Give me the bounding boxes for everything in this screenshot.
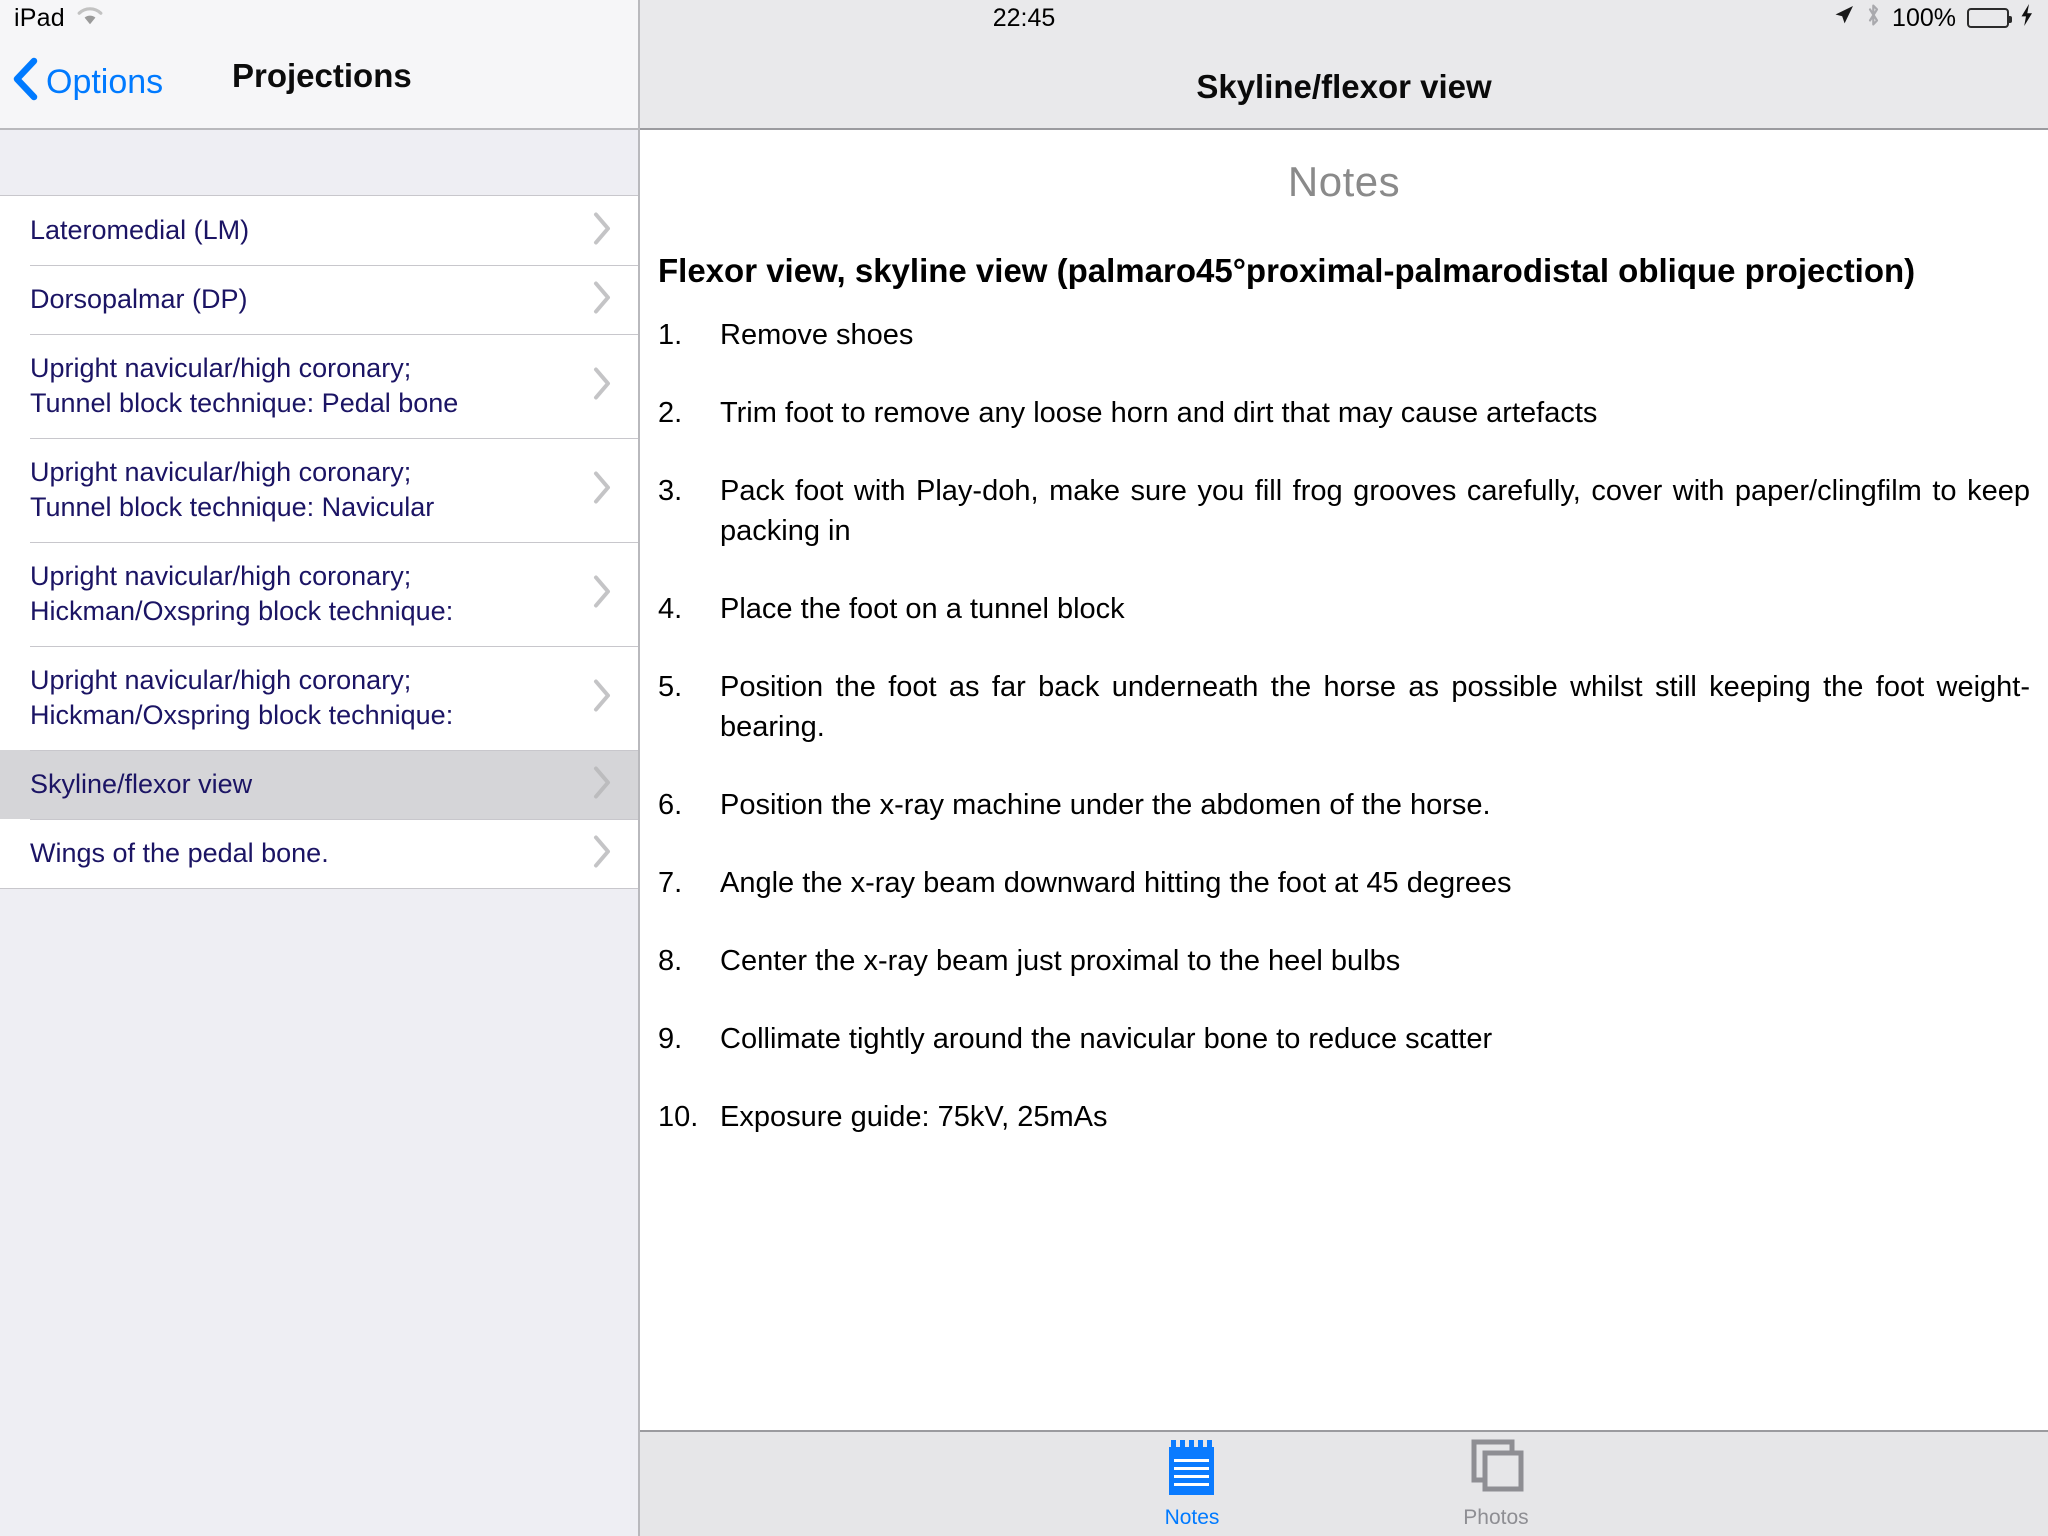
chevron-right-icon	[592, 471, 612, 510]
procedure-step: Position the x-ray machine under the abd…	[658, 785, 1491, 825]
photos-stack-icon	[1468, 1439, 1524, 1502]
detail-pane: Skyline/flexor view Notes Flexor view, s…	[640, 0, 2048, 1536]
master-list-top-spacer	[0, 130, 638, 195]
chevron-right-icon	[592, 280, 612, 319]
master-list-bottom-filler	[0, 889, 638, 1536]
list-item[interactable]: Upright navicular/high coronary; Hickman…	[0, 542, 638, 646]
list-item-skyline-flexor-view[interactable]: Skyline/flexor view	[0, 750, 638, 819]
chevron-right-icon	[592, 575, 612, 614]
chevron-left-icon	[12, 57, 38, 110]
notes-content-area: Notes Flexor view, skyline view (palmaro…	[640, 130, 2048, 1430]
back-to-options-button[interactable]: Options	[12, 55, 163, 110]
list-item-label: Upright navicular/high coronary; Hickman…	[30, 561, 454, 626]
master-pane-title: Projections	[232, 57, 412, 94]
notes-section-heading: Notes	[1287, 158, 1401, 205]
ipad-app-screen: Options Projections Lateromedial (LM) Do…	[0, 0, 2048, 1536]
procedure-step: Trim foot to remove any loose horn and d…	[658, 393, 1598, 433]
list-item[interactable]: Wings of the pedal bone.	[0, 819, 638, 888]
procedure-step: Center the x-ray beam just proximal to t…	[658, 941, 1401, 981]
list-item[interactable]: Upright navicular/high coronary; Hickman…	[0, 646, 638, 750]
projections-list: Lateromedial (LM) Dorsopalmar (DP) Uprig…	[0, 195, 638, 889]
tab-photos[interactable]: Photos	[1406, 1439, 1586, 1530]
procedure-step: Position the foot as far back underneath…	[658, 667, 2030, 743]
list-item-label: Dorsopalmar (DP)	[30, 284, 248, 314]
list-item[interactable]: Upright navicular/high coronary; Tunnel …	[0, 334, 638, 438]
procedure-step: Exposure guide: 75kV, 25mAs	[658, 1097, 1108, 1137]
list-item-label: Upright navicular/high coronary; Tunnel …	[30, 457, 435, 522]
tab-label: Photos	[1463, 1505, 1529, 1529]
master-pane: Options Projections Lateromedial (LM) Do…	[0, 0, 640, 1536]
bottom-tab-bar: Notes Photos	[640, 1430, 2048, 1536]
notes-document: Flexor view, skyline view (palmaro45°pro…	[640, 206, 2048, 1137]
procedure-step: Collimate tightly around the navicular b…	[658, 1019, 1493, 1059]
procedure-step: Remove shoes	[658, 315, 914, 355]
split-view: Options Projections Lateromedial (LM) Do…	[0, 0, 2048, 1536]
procedure-step: Angle the x-ray beam downward hitting th…	[658, 863, 1512, 903]
procedure-steps-list: Remove shoes Trim foot to remove any loo…	[658, 315, 2030, 1137]
notepad-icon	[1167, 1439, 1217, 1502]
list-item[interactable]: Upright navicular/high coronary; Tunnel …	[0, 438, 638, 542]
procedure-step: Pack foot with Play-doh, make sure you f…	[658, 471, 2030, 547]
list-item[interactable]: Dorsopalmar (DP)	[0, 265, 638, 334]
back-button-label: Options	[46, 63, 164, 101]
list-item-label: Wings of the pedal bone.	[30, 838, 329, 868]
tab-notes[interactable]: Notes	[1102, 1439, 1282, 1530]
procedure-step: Place the foot on a tunnel block	[658, 589, 1125, 629]
list-item-label: Upright navicular/high coronary; Hickman…	[30, 665, 454, 730]
list-item[interactable]: Lateromedial (LM)	[0, 196, 638, 265]
chevron-right-icon	[592, 765, 612, 804]
master-navigation-bar: Options Projections	[0, 0, 638, 130]
list-item-label: Skyline/flexor view	[30, 769, 253, 799]
detail-pane-title: Skyline/flexor view	[1196, 68, 1492, 105]
chevron-right-icon	[592, 367, 612, 406]
tab-label: Notes	[1164, 1505, 1220, 1529]
list-item-label: Lateromedial (LM)	[30, 215, 250, 245]
chevron-right-icon	[592, 679, 612, 718]
list-item-label: Upright navicular/high coronary; Tunnel …	[30, 353, 459, 418]
chevron-right-icon	[592, 211, 612, 250]
document-title: Flexor view, skyline view (palmaro45°pro…	[658, 252, 1916, 289]
chevron-right-icon	[592, 834, 612, 873]
detail-navigation-bar: Skyline/flexor view	[640, 0, 2048, 130]
